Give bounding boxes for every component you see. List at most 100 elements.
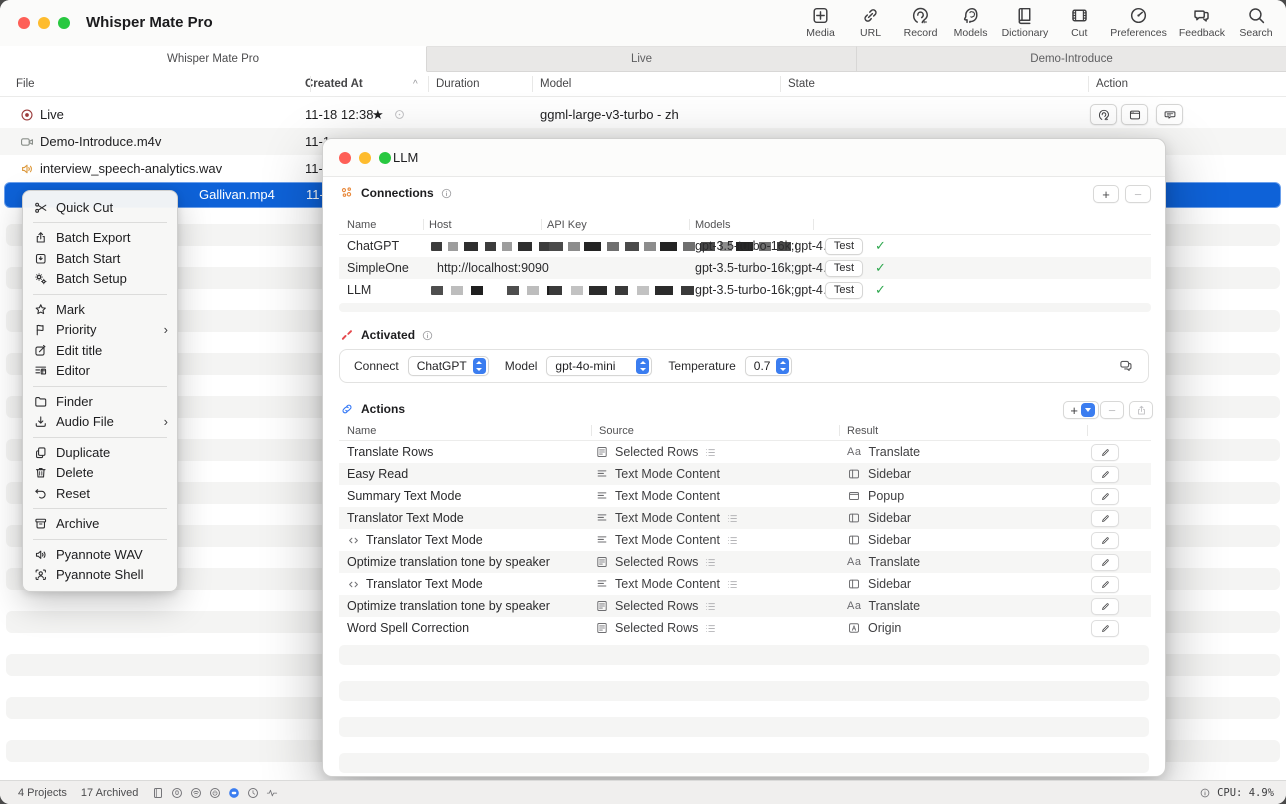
menu-item-duplicate[interactable]: Duplicate	[23, 442, 177, 463]
menu-item-audio-file[interactable]: Audio File›	[23, 412, 177, 433]
column-header-duration[interactable]: Duration	[436, 72, 479, 97]
toolbar-item-record[interactable]: Record	[899, 5, 943, 39]
edit-action-button[interactable]	[1091, 510, 1119, 527]
edit-action-button[interactable]	[1091, 620, 1119, 637]
column-header-model[interactable]: Model	[540, 72, 571, 97]
row-action-ear-button[interactable]	[1090, 104, 1117, 125]
menu-item-finder[interactable]: Finder	[23, 391, 177, 412]
toolbar-item-feedback[interactable]: Feedback	[1176, 5, 1228, 39]
zoom-button[interactable]	[58, 17, 70, 29]
list-options-icon[interactable]	[704, 446, 717, 459]
row-action-window-button[interactable]	[1121, 104, 1148, 125]
action-row[interactable]: Translator Text ModeText Mode ContentSid…	[339, 529, 1151, 551]
test-connection-button[interactable]: Test	[825, 282, 863, 299]
tab-whisper-mate-pro[interactable]: Whisper Mate Pro	[0, 46, 427, 72]
column-divider	[689, 219, 690, 230]
minimize-button[interactable]	[38, 17, 50, 29]
power-circle-icon[interactable]	[208, 786, 222, 800]
llm-zoom-button[interactable]	[379, 152, 391, 164]
menu-item-editor[interactable]: Editor	[23, 361, 177, 382]
action-row[interactable]: Translate RowsSelected RowsAaTranslate	[339, 441, 1151, 463]
menu-item-quick-cut[interactable]: Quick Cut	[23, 197, 177, 218]
toolbar-item-preferences[interactable]: Preferences	[1107, 5, 1170, 39]
column-header-created-at[interactable]: Created At	[305, 72, 363, 97]
list-options-icon[interactable]	[704, 556, 717, 569]
column-header-file[interactable]: File	[16, 72, 35, 97]
menu-item-priority[interactable]: Priority›	[23, 320, 177, 341]
model-select[interactable]: gpt-4o-mini	[546, 356, 652, 376]
list-options-icon[interactable]	[726, 512, 739, 525]
toolbar-item-models[interactable]: Models	[949, 5, 993, 39]
favorite-star-icon[interactable]: ★	[372, 101, 384, 128]
menu-item-edit-title[interactable]: Edit title	[23, 340, 177, 361]
menu-item-archive[interactable]: Archive	[23, 514, 177, 535]
menu-divider	[33, 386, 167, 387]
activity-pulse-icon[interactable]	[265, 786, 279, 800]
action-row[interactable]: Easy ReadText Mode ContentSidebar	[339, 463, 1151, 485]
tab-live[interactable]: Live	[427, 46, 857, 72]
connection-row[interactable]: LLMgpt-3.5-turbo-16k;gpt-4…Test✓	[339, 279, 1151, 301]
llm-minimize-button[interactable]	[359, 152, 371, 164]
journal-icon[interactable]	[151, 786, 165, 800]
connection-row[interactable]: SimpleOnehttp://localhost:9090gpt-3.5-tu…	[339, 257, 1151, 279]
menu-item-mark[interactable]: Mark	[23, 299, 177, 320]
list-options-icon[interactable]	[704, 622, 717, 635]
column-header-state[interactable]: State	[788, 72, 815, 97]
toolbar-item-search[interactable]: Search	[1234, 5, 1278, 39]
test-connection-button[interactable]: Test	[825, 260, 863, 277]
edit-action-button[interactable]	[1091, 444, 1119, 461]
list-options-icon[interactable]	[726, 578, 739, 591]
network-icon[interactable]	[189, 786, 203, 800]
edit-action-button[interactable]	[1091, 576, 1119, 593]
menu-item-batch-setup[interactable]: Batch Setup	[23, 269, 177, 290]
edit-action-button[interactable]	[1091, 554, 1119, 571]
column-header-action[interactable]: Action	[1096, 72, 1128, 97]
action-row[interactable]: Optimize translation tone by speakerSele…	[339, 595, 1151, 617]
temperature-stepper[interactable]: 0.7	[745, 356, 793, 376]
record-circle-icon[interactable]	[170, 786, 184, 800]
active-mode-icon[interactable]	[227, 786, 241, 800]
prompt-bubble-icon[interactable]	[1117, 358, 1135, 374]
action-row[interactable]: Translator Text ModeText Mode ContentSid…	[339, 573, 1151, 595]
llm-close-button[interactable]	[339, 152, 351, 164]
action-row[interactable]: Translator Text ModeText Mode ContentSid…	[339, 507, 1151, 529]
close-button[interactable]	[18, 17, 30, 29]
action-row[interactable]: Word Spell CorrectionSelected RowsOrigin	[339, 617, 1151, 639]
action-row[interactable]: Optimize translation tone by speakerSele…	[339, 551, 1151, 573]
edit-action-button[interactable]	[1091, 466, 1119, 483]
test-connection-button[interactable]: Test	[825, 238, 863, 255]
tab-demo-introduce[interactable]: Demo-Introduce	[857, 46, 1286, 72]
connect-select[interactable]: ChatGPT	[408, 356, 489, 376]
menu-item-batch-export[interactable]: Batch Export	[23, 228, 177, 249]
dictionary-icon	[1014, 5, 1035, 26]
toolbar-item-media[interactable]: Media	[799, 5, 843, 39]
edit-action-button[interactable]	[1091, 598, 1119, 615]
history-clock-icon[interactable]	[246, 786, 260, 800]
action-type-dropdown-icon[interactable]	[1081, 403, 1095, 417]
connection-row[interactable]: ChatGPTgpt-3.5-turbo-16k;gpt-4…Test✓	[339, 235, 1151, 257]
menu-item-pyannote-wav[interactable]: Pyannote WAV	[23, 544, 177, 565]
menu-item-reset[interactable]: Reset	[23, 483, 177, 504]
sort-caret-icon[interactable]: ^	[413, 72, 418, 97]
menu-item-delete[interactable]: Delete	[23, 463, 177, 484]
list-options-icon[interactable]	[704, 600, 717, 613]
edit-action-button[interactable]	[1091, 532, 1119, 549]
list-options-icon[interactable]	[726, 534, 739, 547]
menu-item-batch-start[interactable]: Batch Start	[23, 248, 177, 269]
add-connection-button[interactable]: +	[1093, 185, 1119, 203]
remove-connection-button[interactable]: −	[1125, 185, 1151, 203]
export-actions-button[interactable]	[1129, 401, 1153, 419]
titlebar: Whisper Mate Pro MediaURLRecordModelsDic…	[0, 0, 1286, 46]
menu-item-pyannote-shell[interactable]: Pyannote Shell	[23, 565, 177, 586]
loop-badge-icon	[393, 108, 406, 121]
toolbar-item-cut[interactable]: Cut	[1057, 5, 1101, 39]
edit-action-button[interactable]	[1091, 488, 1119, 505]
toolbar-item-dictionary[interactable]: Dictionary	[999, 5, 1052, 39]
file-row[interactable]: Live11-18 12:38★ggml-large-v3-turbo - zh	[0, 101, 1286, 128]
row-action-chat-button[interactable]	[1156, 104, 1183, 125]
add-action-button[interactable]: +	[1063, 401, 1099, 419]
action-source: Text Mode Content	[595, 485, 720, 507]
toolbar-item-url[interactable]: URL	[849, 5, 893, 39]
remove-action-button[interactable]: −	[1100, 401, 1124, 419]
action-row[interactable]: Summary Text ModeText Mode ContentPopup	[339, 485, 1151, 507]
